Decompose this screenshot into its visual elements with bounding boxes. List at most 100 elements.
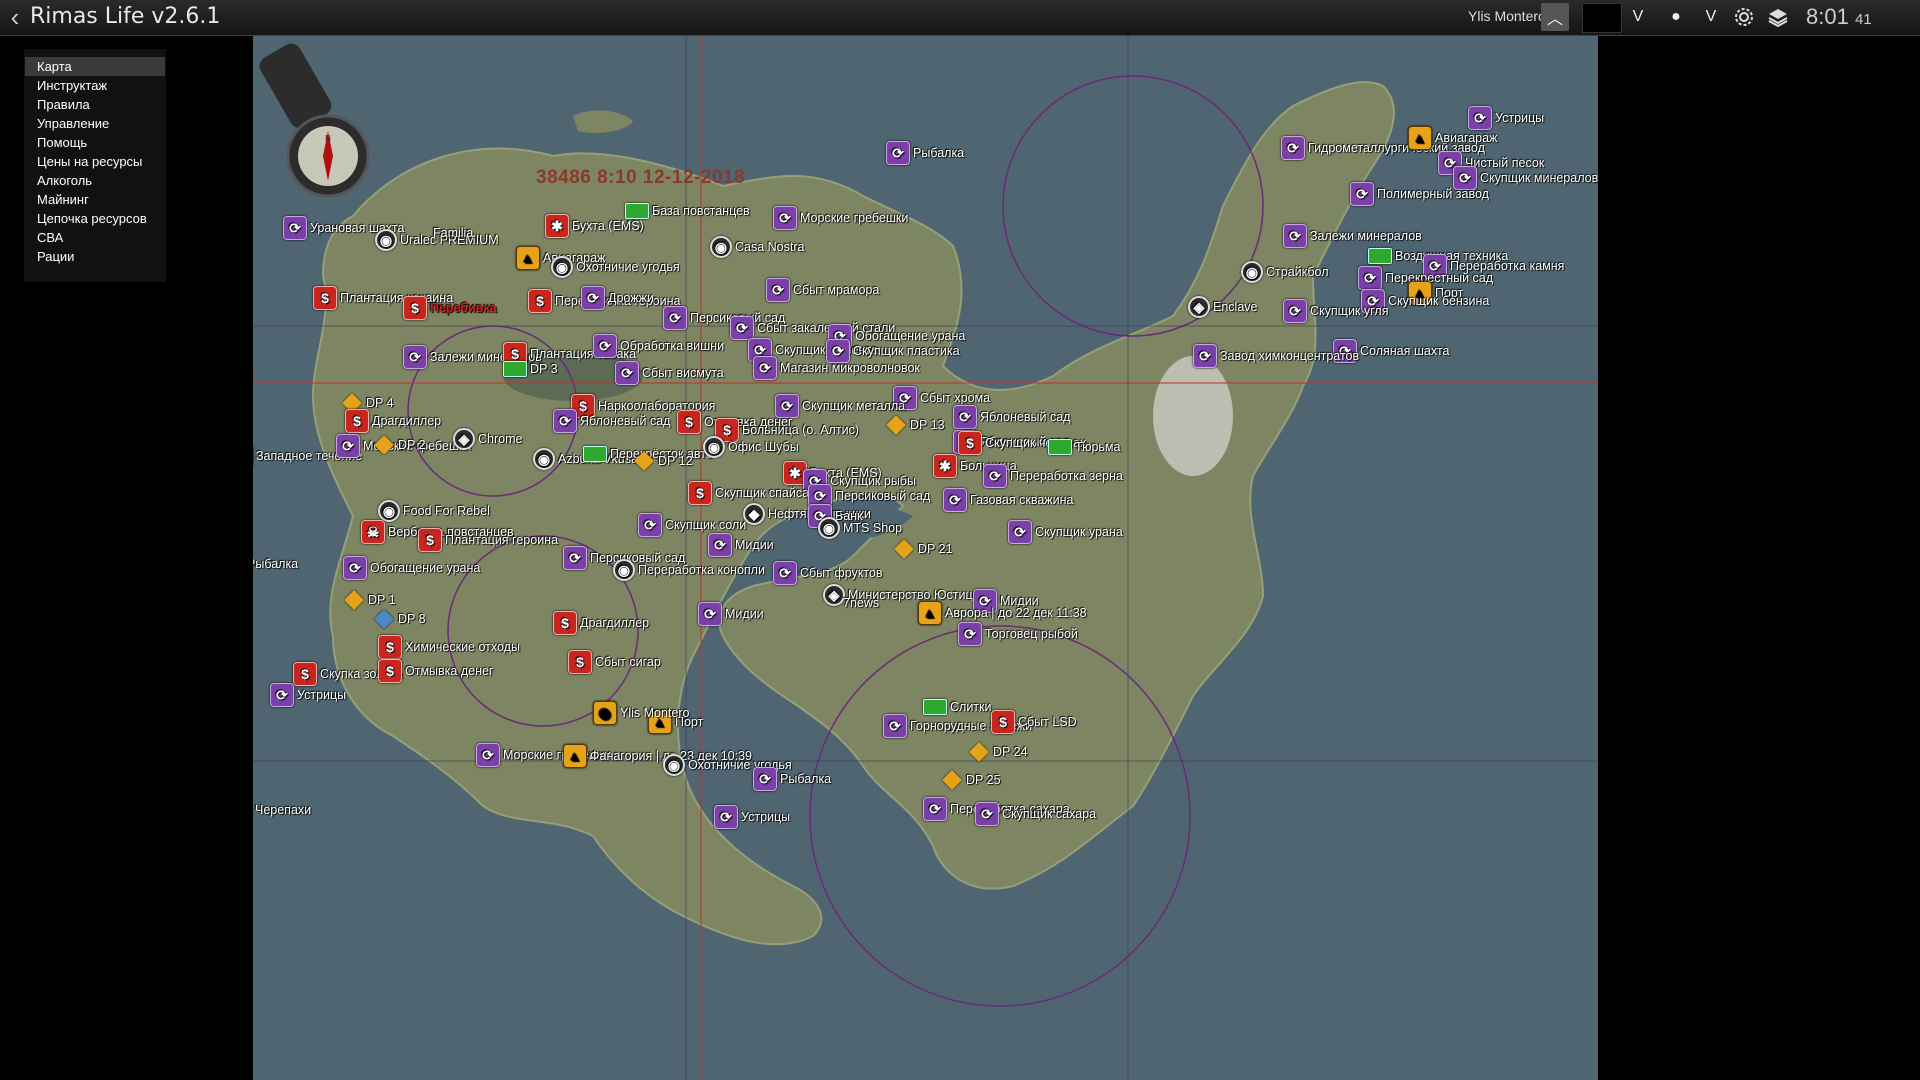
map-marker[interactable]: DP 8 [373, 609, 426, 629]
chevron-down-icon[interactable]: V [1624, 3, 1652, 31]
menu-item-map[interactable]: Карта [25, 57, 165, 76]
map-marker[interactable]: ⟳ Дрожжи [581, 286, 654, 310]
map-marker[interactable]: ⟳ Залежи минералов [1283, 224, 1422, 248]
map-marker[interactable]: $ Перебивка [403, 296, 497, 320]
map-marker[interactable]: ⟳ Скупщик урана [1008, 520, 1123, 544]
map-marker[interactable]: DP 24 [968, 742, 1028, 762]
map-marker[interactable]: ⟳ Скупщик сахара [975, 802, 1096, 826]
menu-item-controls[interactable]: Управление [25, 114, 165, 133]
map-marker[interactable]: ▲ Авиагараж [1408, 126, 1497, 150]
map-marker[interactable]: ⟳ Завод химконцентратов [1193, 344, 1359, 368]
map-marker[interactable]: ⟳ Устрицы [270, 683, 346, 707]
menu-item-mining[interactable]: Майнинг [25, 190, 165, 209]
map-marker[interactable]: ◉ Страйкбол [1241, 261, 1329, 283]
marker-label: DP 24 [993, 745, 1028, 759]
marker-player-icon: ◉ [593, 701, 617, 725]
map-marker[interactable]: ◉ MTS Shop [818, 517, 902, 539]
map-marker[interactable]: ⟳ Сбыт мрамора [766, 278, 879, 302]
map-marker[interactable]: ⟳Яблоневый сад [953, 405, 1070, 429]
map-marker[interactable]: $ Плантация героина [418, 528, 558, 552]
compass-icon[interactable]: N [253, 36, 373, 216]
map-marker[interactable]: ◉ Переработка конопли [613, 559, 765, 581]
map-marker[interactable]: ⟳ Полимерный завод [1350, 182, 1489, 206]
map-marker[interactable]: $ Скупщик спайса [688, 481, 809, 505]
marker-dot-icon[interactable]: ● [1662, 3, 1690, 31]
map-marker[interactable]: ◈ Enclave [1188, 296, 1257, 318]
marker-diamond-icon [894, 539, 914, 559]
map-marker[interactable]: DP 12 [633, 451, 693, 471]
app-title: Rimas Life v2.6.1 [30, 4, 221, 29]
layers-icon[interactable] [1764, 3, 1792, 31]
map-marker[interactable]: $ Отмывка денег [378, 659, 494, 683]
map-marker[interactable]: ⟳ Обработка вишни [593, 334, 724, 358]
back-arrow-icon[interactable]: ‹ [4, 4, 26, 30]
menu-item-rules[interactable]: Правила [25, 95, 165, 114]
map-marker[interactable]: $ Сбыт LSD [991, 710, 1077, 734]
map-marker[interactable]: ⟳ Обогащение урана [343, 556, 480, 580]
marker-label: Скупщик минералов [1480, 171, 1598, 185]
map-marker[interactable]: ⟳ Устрицы [714, 805, 790, 829]
map-marker[interactable]: ⟳ Мидии [708, 533, 774, 557]
chevron-down-icon[interactable]: V [1697, 3, 1725, 31]
map-marker[interactable]: $ Драгдиллер [553, 611, 649, 635]
color-swatch-button[interactable] [1582, 3, 1622, 33]
map-marker[interactable]: ⟳ Магазин микроволновок [753, 356, 920, 380]
map-marker[interactable]: ⟳ Морские гребешки [773, 206, 908, 230]
map-marker[interactable]: ⟳ Сбыт фруктов [773, 561, 883, 585]
marker-label: Ylis Montero [620, 706, 690, 720]
chevron-up-icon[interactable]: ︿ [1541, 3, 1569, 31]
map-marker[interactable]: ⟳Яблоневый сад [553, 409, 670, 433]
marker-purple-icon: ⟳ [943, 488, 967, 512]
map-marker[interactable]: ⟳Рыбалка [886, 141, 964, 165]
map-marker[interactable]: ◉ Ylis Montero [593, 701, 689, 725]
marker-purple-icon: ⟳ [553, 409, 577, 433]
map-marker[interactable]: $ Химические отходы [378, 635, 520, 659]
menu-item-alcohol[interactable]: Алкоголь [25, 171, 165, 190]
map-marker[interactable]: DP 4 [341, 393, 394, 413]
map-marker[interactable]: ⟳ Торговец рыбой [958, 622, 1078, 646]
map-marker[interactable]: DP 2 [373, 435, 426, 455]
map-marker[interactable]: ⟳ Сбыт висмута [615, 361, 724, 385]
marker-label: Авиагараж [1435, 131, 1498, 145]
marker-label: Обогащение урана [370, 561, 481, 575]
menu-item-resource-prices[interactable]: Цены на ресурсы [25, 152, 165, 171]
menu-item-resource-chain[interactable]: Цепочка ресурсов [25, 209, 165, 228]
map-marker[interactable]: ⟳ Скупщик металла [775, 394, 905, 418]
map-marker[interactable]: ⟳ Газовая скважина [943, 488, 1074, 512]
menu-item-radios[interactable]: Рации [25, 247, 165, 266]
map-marker[interactable]: DP 25 [941, 770, 1001, 790]
map-marker[interactable]: DP 21 [893, 539, 953, 559]
map-marker[interactable]: ◉ Охотничие угодья [551, 256, 680, 278]
marker-label: Скупщик урана [1035, 525, 1123, 539]
gear-icon[interactable] [1730, 3, 1758, 31]
map-marker[interactable]: $ Сбыт сигар [568, 650, 661, 674]
svg-text:N: N [325, 134, 331, 143]
menu-item-help[interactable]: Помощь [25, 133, 165, 152]
map-marker[interactable]: $Черепахи [253, 798, 311, 822]
map-marker[interactable]: $ Драгдиллер [345, 409, 441, 433]
map-marker[interactable]: Familia [433, 226, 473, 240]
map-marker[interactable]: ◈ Chrome [453, 428, 522, 450]
marker-purple-icon: ⟳ [773, 206, 797, 230]
marker-label: Офис Шубы [728, 440, 799, 454]
menu-item-cva[interactable]: СВА [25, 228, 165, 247]
map-marker[interactable]: ⟳Рыбалка [253, 552, 298, 576]
map-marker[interactable]: 7news [843, 596, 879, 610]
map-marker[interactable]: ⟳ Переработка зерна [983, 464, 1123, 488]
map-marker[interactable]: Слитки [923, 699, 991, 715]
menu-item-briefing[interactable]: Инструктаж [25, 76, 165, 95]
marker-green-icon [923, 699, 947, 715]
map-marker[interactable]: ⟳ Скупщик угля [1283, 299, 1388, 323]
map-marker[interactable]: ⟳ Мидии [698, 602, 764, 626]
map-marker[interactable]: Тюрьма [1048, 439, 1120, 455]
map-marker[interactable]: ◉ Офис Шубы [703, 436, 799, 458]
map-marker[interactable]: DP 1 [343, 590, 396, 610]
map-view[interactable]: 38486 8:10 12-12-2018 ⟳ Устрицы ⟳ Рыбалка ⟳ Г… [253, 36, 1598, 1080]
map-marker[interactable]: DP 3 [503, 361, 558, 377]
map-marker[interactable]: База повстанцев [625, 203, 750, 219]
map-marker[interactable]: ◉ Food For Rebel [378, 500, 490, 522]
map-marker[interactable]: ⟳Рыбалка [753, 767, 831, 791]
map-date-stamp: 38486 8:10 12-12-2018 [536, 167, 746, 188]
map-marker[interactable]: DP 13 [885, 415, 945, 435]
map-marker[interactable]: ◉ Casa Nostra [710, 236, 804, 258]
